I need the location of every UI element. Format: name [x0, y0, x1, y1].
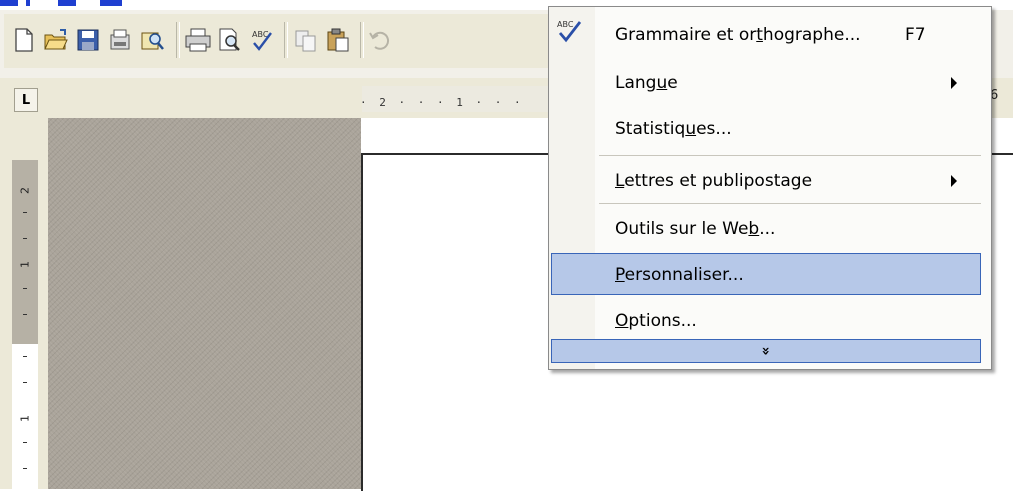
vertical-ruler-tick — [23, 468, 27, 469]
menu-item-grammar[interactable]: Grammaire et orthographe... F7 — [599, 15, 979, 59]
top-link-fragments — [0, 0, 122, 8]
print-preview-icon[interactable] — [216, 22, 244, 58]
horizontal-ruler-labels: · 2 · · · 1 · · · — [360, 96, 524, 109]
save-icon[interactable] — [74, 22, 102, 58]
menu-item-statistics[interactable]: Statistiques... — [599, 109, 979, 153]
new-document-icon[interactable] — [10, 22, 38, 58]
undo-icon[interactable] — [366, 22, 394, 58]
paste-icon[interactable] — [324, 22, 352, 58]
vertical-ruler-tick — [23, 288, 27, 289]
toolbar-separator — [284, 22, 288, 58]
vertical-ruler-label: 2 — [18, 187, 32, 194]
toolbar-separator — [360, 22, 364, 58]
vertical-ruler-tick — [23, 314, 27, 315]
vertical-ruler-tick — [23, 212, 27, 213]
menu-item-label: Personnaliser... — [615, 265, 744, 285]
vertical-ruler[interactable]: 2 1 1 — [12, 160, 38, 489]
abc-text: ABC — [557, 20, 574, 29]
permission-icon[interactable] — [106, 22, 134, 58]
spelling-icon[interactable]: ABC — [248, 22, 276, 58]
menu-expand-button[interactable]: » — [551, 339, 981, 363]
menu-item-label: Options... — [615, 311, 697, 331]
vertical-ruler-tick — [23, 238, 27, 239]
menu-item-label: Lettres et publipostage — [615, 171, 813, 191]
menu-divider — [599, 203, 981, 204]
menu-item-web-tools[interactable]: Outils sur le Web... — [599, 209, 979, 253]
open-folder-icon[interactable] — [42, 22, 70, 58]
document-workspace — [48, 118, 361, 489]
tab-selector[interactable]: L — [14, 88, 38, 112]
copy-icon[interactable] — [292, 22, 320, 58]
spelling-grammar-icon: ABC — [555, 17, 585, 47]
tools-menu: ABC Grammaire et orthographe... F7 Langu… — [548, 6, 992, 370]
menu-item-language[interactable]: Langue — [599, 63, 979, 107]
print-icon[interactable] — [184, 22, 212, 58]
vertical-ruler-label: 1 — [18, 415, 32, 422]
menu-icon-gutter — [549, 7, 595, 369]
vertical-ruler-tick — [23, 356, 27, 357]
vertical-ruler-tick — [23, 382, 27, 383]
vertical-ruler-label: 1 — [18, 261, 32, 268]
menu-item-label: Langue — [615, 73, 678, 93]
menu-item-customize[interactable]: Personnaliser... — [599, 255, 979, 299]
menu-item-mail-merge[interactable]: Lettres et publipostage — [599, 161, 979, 205]
menu-item-label: Statistiques... — [615, 119, 732, 139]
vertical-ruler-tick — [23, 442, 27, 443]
submenu-arrow-icon — [951, 77, 957, 89]
submenu-arrow-icon — [951, 175, 957, 187]
expand-chevron-icon: » — [757, 346, 774, 356]
toolbar-separator — [176, 22, 180, 58]
menu-item-label: Outils sur le Web... — [615, 219, 776, 239]
menu-item-label: Grammaire et orthographe... — [615, 25, 861, 45]
menu-divider — [599, 155, 981, 156]
research-icon[interactable] — [138, 22, 166, 58]
menu-item-shortcut: F7 — [905, 25, 926, 45]
